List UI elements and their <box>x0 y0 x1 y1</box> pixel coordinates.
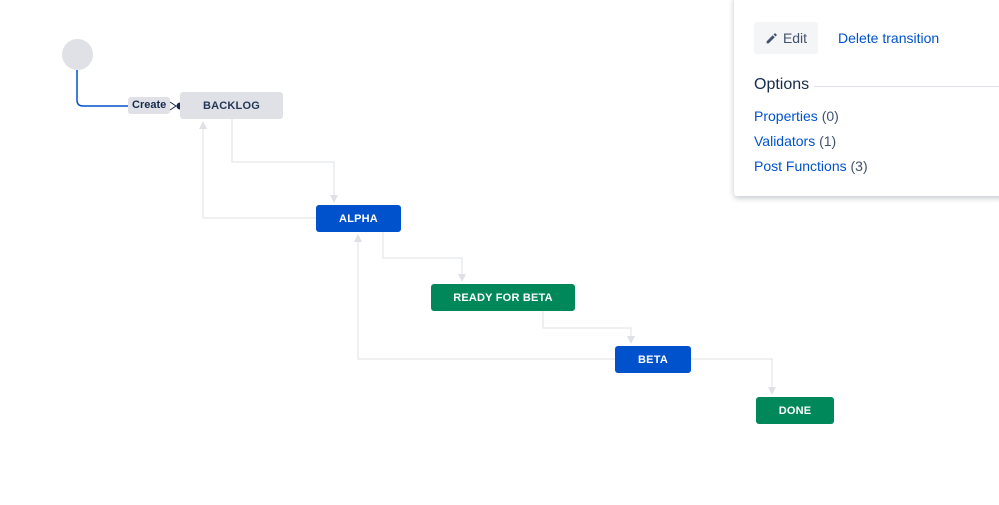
option-post-functions: Post Functions (3) <box>754 158 868 174</box>
properties-link[interactable]: Properties <box>754 108 818 124</box>
transition-backlog-to-alpha[interactable] <box>231 119 338 203</box>
start-node[interactable] <box>62 39 93 70</box>
transition-create-arrow-head <box>169 101 177 111</box>
option-validators: Validators (1) <box>754 133 836 149</box>
post-functions-count: (3) <box>850 158 868 174</box>
status-done[interactable]: DONE <box>756 397 834 424</box>
options-heading: Options <box>754 76 810 93</box>
options-divider <box>814 86 999 87</box>
transition-alpha-to-backlog[interactable] <box>199 121 316 219</box>
option-properties: Properties (0) <box>754 108 839 124</box>
validators-count: (1) <box>819 133 837 149</box>
transition-beta-to-done[interactable] <box>691 358 776 395</box>
edit-button-label: Edit <box>782 30 808 46</box>
transition-ready-to-beta[interactable] <box>542 311 635 344</box>
pencil-icon <box>765 32 778 45</box>
delete-transition-link[interactable]: Delete transition <box>838 30 939 46</box>
transition-create-line[interactable] <box>76 70 128 107</box>
status-alpha[interactable]: ALPHA <box>316 205 401 232</box>
transition-details-panel: Edit Delete transition Options Propertie… <box>734 0 999 196</box>
status-backlog[interactable]: BACKLOG <box>180 92 283 119</box>
status-beta[interactable]: BETA <box>615 346 691 373</box>
create-transition-label[interactable]: Create <box>128 97 171 114</box>
status-ready-for-beta[interactable]: READY FOR BETA <box>431 284 575 311</box>
edit-button[interactable]: Edit <box>754 22 818 54</box>
post-functions-link[interactable]: Post Functions <box>754 158 847 174</box>
validators-link[interactable]: Validators <box>754 133 815 149</box>
transition-alpha-to-ready[interactable] <box>382 232 466 282</box>
properties-count: (0) <box>821 108 839 124</box>
